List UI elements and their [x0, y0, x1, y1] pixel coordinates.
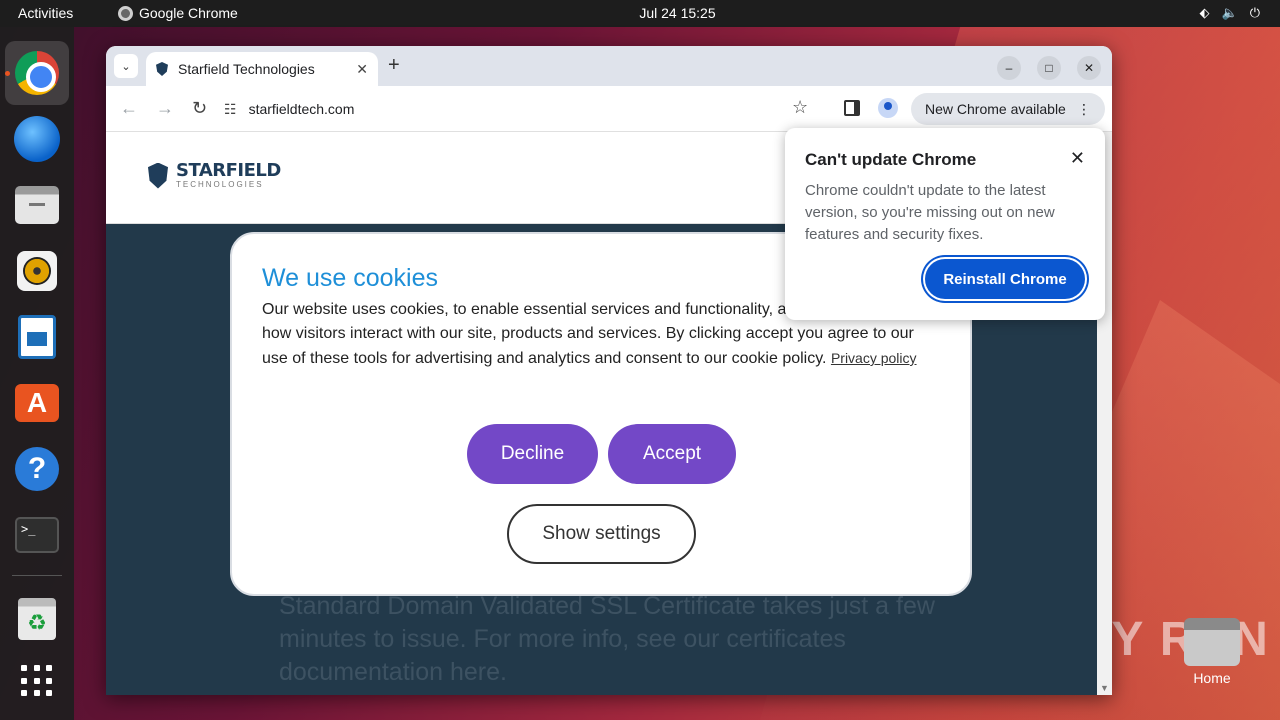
- popup-body: Chrome couldn't update to the latest ver…: [805, 182, 1055, 243]
- new-tab-button[interactable]: +: [388, 54, 400, 77]
- dock-trash[interactable]: ♻: [5, 587, 69, 651]
- clock[interactable]: Jul 24 15:25: [0, 5, 1280, 21]
- accept-button[interactable]: Accept: [608, 424, 736, 484]
- app-center-icon: A: [15, 384, 59, 422]
- home-label: Home: [1193, 670, 1231, 686]
- browser-toolbar: ← → ↻ ☷ starfieldtech.com ☆ New Chrome a…: [106, 86, 1112, 132]
- forward-button[interactable]: →: [156, 98, 174, 119]
- popup-title: Can't update Chrome: [805, 150, 977, 169]
- volume-icon: 🔈: [1221, 5, 1238, 20]
- update-error-popup: Can't update Chrome ✕ Chrome couldn't up…: [785, 128, 1105, 320]
- show-settings-button[interactable]: Show settings: [507, 504, 696, 564]
- system-tray[interactable]: ⬖ 🔈 ⏻: [1200, 5, 1260, 21]
- show-apps-icon: [21, 665, 53, 697]
- cookie-title: We use cookies: [262, 264, 439, 292]
- desktop-home-folder[interactable]: Home: [1180, 618, 1244, 686]
- dock: A ? >_ ♻: [0, 27, 74, 720]
- reload-button[interactable]: ↻: [192, 98, 207, 119]
- tab-search-button[interactable]: ⌄: [114, 54, 138, 78]
- brand-subtitle: TECHNOLOGIES: [176, 180, 264, 189]
- url-text: starfieldtech.com: [248, 101, 355, 117]
- page-body-text: Standard Domain Validated SSL Certificat…: [279, 592, 935, 686]
- update-chip-label: New Chrome available: [925, 101, 1066, 117]
- dock-terminal[interactable]: >_: [5, 503, 69, 567]
- dock-help[interactable]: ?: [5, 437, 69, 501]
- network-icon: ⬖: [1199, 5, 1210, 20]
- tab-close-icon[interactable]: ✕: [356, 61, 368, 78]
- close-window-button[interactable]: ✕: [1077, 56, 1101, 80]
- writer-icon: [18, 315, 56, 359]
- terminal-icon: >_: [15, 517, 59, 553]
- home-folder-icon: [1184, 618, 1240, 666]
- reinstall-chrome-button[interactable]: Reinstall Chrome: [925, 259, 1085, 299]
- side-panel-icon[interactable]: [844, 100, 860, 116]
- brand-name: STARFIELD: [176, 160, 281, 181]
- thunderbird-icon: [14, 116, 60, 162]
- dock-chrome[interactable]: [5, 41, 69, 105]
- dock-app-center[interactable]: A: [5, 371, 69, 435]
- dock-rhythmbox[interactable]: [5, 239, 69, 303]
- tab-title: Starfield Technologies: [178, 61, 315, 77]
- dock-show-apps[interactable]: [5, 649, 69, 713]
- dock-thunderbird[interactable]: [5, 107, 69, 171]
- trash-icon: ♻: [18, 598, 56, 640]
- maximize-button[interactable]: □: [1037, 56, 1061, 80]
- minimize-button[interactable]: –: [997, 56, 1021, 80]
- dock-files[interactable]: [5, 173, 69, 237]
- decline-button[interactable]: Decline: [467, 424, 598, 484]
- address-bar[interactable]: ☷ starfieldtech.com: [224, 94, 844, 124]
- scroll-down-icon[interactable]: ▼: [1100, 683, 1109, 693]
- profile-avatar[interactable]: [878, 98, 898, 118]
- top-bar: Activities Google Chrome Jul 24 15:25 ⬖ …: [0, 0, 1280, 27]
- bookmark-star-icon[interactable]: ☆: [792, 97, 808, 118]
- starfield-logo[interactable]: STARFIELD TECHNOLOGIES: [148, 162, 281, 189]
- chrome-icon: [15, 51, 59, 95]
- power-icon: ⏻: [1249, 5, 1260, 20]
- dock-writer[interactable]: [5, 305, 69, 369]
- back-button[interactable]: ←: [120, 98, 138, 119]
- shield-logo-icon: [148, 162, 168, 189]
- running-indicator: [5, 71, 10, 76]
- update-chip-button[interactable]: New Chrome available ⋮: [911, 93, 1105, 125]
- site-info-icon[interactable]: ☷: [224, 101, 237, 118]
- tab-strip: ⌄ Starfield Technologies ✕ + – □ ✕: [106, 46, 1112, 86]
- rhythmbox-icon: [17, 251, 57, 291]
- starfield-favicon-icon: [156, 62, 168, 76]
- popup-close-icon[interactable]: ✕: [1070, 148, 1085, 169]
- kebab-menu-icon: ⋮: [1077, 100, 1091, 117]
- help-icon: ?: [15, 447, 59, 491]
- dock-separator: [12, 575, 62, 576]
- files-icon: [15, 186, 59, 224]
- tab-starfield[interactable]: Starfield Technologies ✕: [146, 52, 378, 86]
- privacy-policy-link[interactable]: Privacy policy: [831, 350, 917, 366]
